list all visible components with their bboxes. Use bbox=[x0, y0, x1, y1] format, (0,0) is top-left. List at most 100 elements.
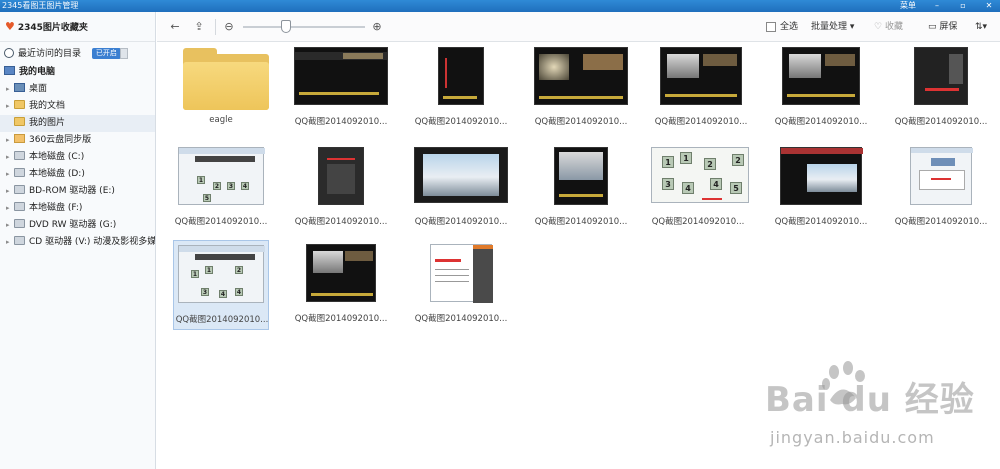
file-name: QQ截图2014092010... bbox=[894, 117, 988, 127]
thumbnail-image bbox=[660, 47, 742, 105]
sidebar-item-computer[interactable]: 我的电脑 bbox=[0, 64, 155, 81]
expand-arrow-icon[interactable]: ▸ bbox=[6, 132, 14, 149]
heart-icon: ♥ bbox=[5, 20, 15, 33]
image-thumbnail[interactable]: QQ截图2014092010... bbox=[413, 143, 509, 233]
image-thumbnail[interactable]: QQ截图2014092010... bbox=[653, 43, 749, 133]
thumbnail-image bbox=[914, 47, 968, 105]
image-thumbnail[interactable]: 1 2 3 4 5 QQ截图2014092010... bbox=[173, 143, 269, 233]
recent-dirs[interactable]: 最近访问的目录 已开启 bbox=[0, 46, 155, 63]
thumbnail-image: 1 1 2 2 3 4 4 5 bbox=[651, 147, 749, 203]
disk-icon bbox=[14, 202, 25, 211]
file-name: QQ截图2014092010... bbox=[774, 217, 868, 227]
back-arrow-icon[interactable]: ← bbox=[167, 19, 183, 35]
image-thumbnail[interactable]: QQ截图2014092010... bbox=[773, 43, 869, 133]
image-thumbnail[interactable]: QQ截图2014092010... bbox=[293, 143, 389, 233]
image-thumbnail[interactable]: QQ截图2014092010... bbox=[293, 43, 389, 133]
image-thumbnail[interactable]: QQ截图2014092010... bbox=[533, 143, 629, 233]
file-name: QQ截图2014092010... bbox=[414, 117, 508, 127]
expand-arrow-icon[interactable]: ▸ bbox=[6, 149, 14, 166]
sidebar-item-desktop[interactable]: ▸ 桌面 bbox=[0, 81, 155, 98]
watermark-logo: Bai du 经验 bbox=[765, 380, 975, 420]
file-name: QQ截图2014092010... bbox=[774, 117, 868, 127]
file-name: QQ截图2014092010... bbox=[174, 217, 268, 227]
file-name: QQ截图2014092010... bbox=[294, 314, 388, 324]
recent-toggle[interactable]: 已开启 bbox=[91, 48, 121, 59]
sort-button[interactable]: ⇅▾ bbox=[975, 20, 987, 34]
image-thumbnail-selected[interactable]: 1 1 2 3 4 4 QQ截图2014092010... bbox=[173, 240, 269, 330]
image-thumbnail[interactable]: QQ截图2014092010... bbox=[533, 43, 629, 133]
sidebar-item-360cloud[interactable]: ▸ 360云盘同步版 bbox=[0, 132, 155, 149]
close-icon[interactable]: ✕ bbox=[980, 0, 998, 12]
watermark-url: jingyan.baidu.com bbox=[770, 428, 935, 447]
zoom-slider[interactable] bbox=[243, 26, 365, 28]
select-all-checkbox[interactable] bbox=[766, 21, 776, 32]
expand-arrow-icon[interactable]: ▸ bbox=[6, 200, 14, 217]
favorite-button[interactable]: ♡ 收藏 bbox=[874, 20, 903, 34]
expand-arrow-icon[interactable]: ▸ bbox=[6, 234, 14, 251]
image-thumbnail[interactable]: QQ截图2014092010... bbox=[893, 143, 989, 233]
expand-arrow-icon[interactable]: ▸ bbox=[6, 81, 14, 98]
image-thumbnail[interactable]: QQ截图2014092010... bbox=[773, 143, 869, 233]
file-name: QQ截图2014092010... bbox=[414, 314, 508, 324]
zoom-slider-knob[interactable] bbox=[280, 20, 291, 33]
file-name: QQ截图2014092010... bbox=[534, 217, 628, 227]
image-thumbnail[interactable]: QQ截图2014092010... bbox=[293, 240, 389, 330]
baidu-jingyan-watermark: Bai du 经验 jingyan.baidu.com bbox=[765, 361, 1000, 466]
file-name: QQ截图2014092010... bbox=[651, 217, 745, 227]
sort-icon: ⇅ bbox=[975, 22, 983, 32]
maximize-icon[interactable]: ▫ bbox=[954, 0, 972, 12]
zoom-in-icon[interactable]: ⊕ bbox=[369, 19, 385, 35]
toggle-knob[interactable] bbox=[119, 48, 128, 59]
thumbnail-image bbox=[554, 147, 608, 205]
menu-button[interactable]: 菜单 bbox=[900, 0, 916, 12]
sidebar-item-drive-d[interactable]: ▸ 本地磁盘 (D:) bbox=[0, 166, 155, 183]
sidebar-item-pictures[interactable]: 我的图片 bbox=[0, 115, 155, 132]
sidebar: ♥ 2345图片收藏夹 最近访问的目录 已开启 我的电脑 ▸ 桌面 ▸ 我的文档 我的… bbox=[0, 12, 156, 469]
sidebar-item-drive-c[interactable]: ▸ 本地磁盘 (C:) bbox=[0, 149, 155, 166]
expand-arrow-icon[interactable]: ▸ bbox=[6, 217, 14, 234]
batch-button[interactable]: 批量处理 ▾ bbox=[811, 20, 854, 34]
zoom-out-icon[interactable]: ⊖ bbox=[221, 19, 237, 35]
image-thumbnail[interactable]: QQ截图2014092010... bbox=[413, 240, 509, 330]
thumbnail-image bbox=[780, 147, 863, 205]
file-name: eagle bbox=[209, 115, 233, 125]
sidebar-item-drive-f[interactable]: ▸ 本地磁盘 (F:) bbox=[0, 200, 155, 217]
folder-icon bbox=[183, 48, 269, 110]
optical-drive-icon bbox=[14, 185, 25, 194]
folder-item-eagle[interactable]: eagle bbox=[173, 43, 269, 133]
thumbnail-image bbox=[318, 147, 364, 205]
computer-icon bbox=[4, 66, 15, 75]
heart-outline-icon: ♡ bbox=[874, 22, 883, 32]
file-name: QQ截图2014092010... bbox=[294, 117, 388, 127]
desktop-icon bbox=[14, 83, 25, 92]
expand-arrow-icon[interactable]: ▸ bbox=[6, 183, 14, 200]
select-all[interactable]: 全选 bbox=[766, 20, 798, 34]
minimize-icon[interactable]: – bbox=[928, 0, 946, 12]
chevron-down-icon: ▾ bbox=[849, 22, 855, 32]
file-name: QQ截图2014092010... bbox=[534, 117, 628, 127]
image-thumbnail[interactable]: 1 1 2 2 3 4 4 5 QQ截图2014092010... bbox=[650, 143, 750, 233]
title-bar: 2345看图王图片管理 菜单 – ▫ ✕ bbox=[0, 0, 1000, 12]
thumbnail-image bbox=[414, 147, 508, 203]
file-name: QQ截图2014092010... bbox=[294, 217, 388, 227]
window-title: 2345看图王图片管理 bbox=[2, 1, 79, 10]
sidebar-item-documents[interactable]: ▸ 我的文档 bbox=[0, 98, 155, 115]
clock-icon bbox=[4, 47, 14, 58]
sidebar-item-drive-v[interactable]: ▸ CD 驱动器 (V:) 动漫及影视多媒体 bbox=[0, 234, 155, 251]
up-folder-icon[interactable]: ⇪ bbox=[191, 19, 207, 35]
sidebar-item-drive-e[interactable]: ▸ BD-ROM 驱动器 (E:) bbox=[0, 183, 155, 200]
file-name: QQ截图2014092010... bbox=[894, 217, 988, 227]
chevron-down-icon: ▾ bbox=[982, 22, 988, 32]
thumbnail-image bbox=[534, 47, 628, 105]
sidebar-item-drive-g[interactable]: ▸ DVD RW 驱动器 (G:) bbox=[0, 217, 155, 234]
screensaver-button[interactable]: ▭ 屏保 bbox=[928, 20, 957, 34]
expand-arrow-icon[interactable]: ▸ bbox=[6, 166, 14, 183]
thumbnail-image bbox=[782, 47, 860, 105]
expand-arrow-icon[interactable]: ▸ bbox=[6, 98, 14, 115]
optical-drive-icon bbox=[14, 219, 25, 228]
toolbar: ← ⇪ ⊖ ⊕ 全选 批量处理 ▾ ♡ 收藏 ▭ 屏保 ⇅▾ bbox=[157, 12, 1000, 42]
image-thumbnail[interactable]: QQ截图2014092010... bbox=[893, 43, 989, 133]
favorites-header[interactable]: ♥ 2345图片收藏夹 bbox=[0, 12, 155, 42]
image-thumbnail[interactable]: QQ截图2014092010... bbox=[413, 43, 509, 133]
optical-drive-icon bbox=[14, 236, 25, 245]
